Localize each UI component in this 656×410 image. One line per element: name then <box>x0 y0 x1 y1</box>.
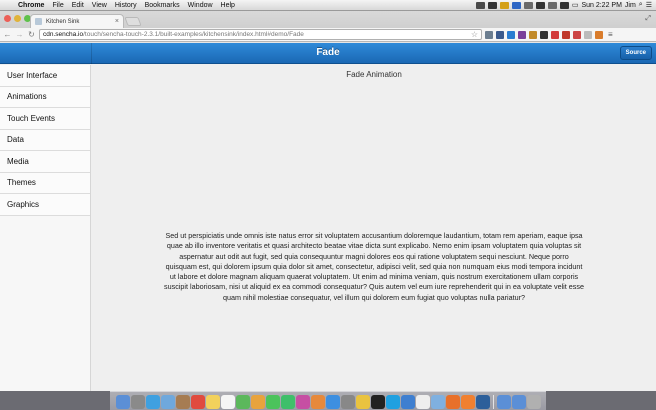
maps-icon[interactable] <box>235 395 250 409</box>
reload-icon[interactable]: ↻ <box>27 30 36 39</box>
app-title-bar: Fade Source <box>0 43 656 64</box>
extension-8-icon[interactable] <box>562 30 570 39</box>
sublime-icon[interactable] <box>460 395 475 409</box>
photos-icon[interactable] <box>250 395 265 409</box>
volume-tray-icon[interactable] <box>547 1 557 9</box>
content-body-text: Sed ut perspiciatis unde omnis iste natu… <box>164 231 584 302</box>
tab-strip: Kitchen Sink × ⤢ <box>0 11 656 28</box>
content-panel: Fade Animation Sed ut perspiciatis unde … <box>92 65 656 391</box>
evernote-tray-icon[interactable] <box>487 1 497 9</box>
close-window-icon[interactable] <box>4 15 11 22</box>
menu-clock[interactable]: Sun 2:22 PM <box>581 2 621 9</box>
extension-6-icon[interactable] <box>540 30 548 39</box>
ibooks-icon[interactable] <box>310 395 325 409</box>
minimize-window-icon[interactable] <box>14 15 21 22</box>
back-icon[interactable]: ← <box>3 30 12 39</box>
flag-tray-icon[interactable] <box>559 1 569 9</box>
chrome-icon[interactable] <box>355 395 370 409</box>
extension-11-icon[interactable] <box>595 30 603 39</box>
chrome-menu-icon[interactable]: ≡ <box>608 30 613 39</box>
bookmark-star-icon[interactable]: ☆ <box>471 30 478 39</box>
notification-center-icon[interactable]: ☰ <box>646 1 652 9</box>
textedit-icon[interactable] <box>415 395 430 409</box>
battery-icon[interactable]: ▭ <box>572 1 579 9</box>
wifi-tray-icon[interactable] <box>535 1 545 9</box>
downloads-icon[interactable] <box>496 395 511 409</box>
menu-view[interactable]: View <box>88 2 111 9</box>
browser-window: Kitchen Sink × ⤢ ← → ↻ cdn.sencha.io/tou… <box>0 11 656 391</box>
norton-tray-icon[interactable] <box>499 1 509 9</box>
extension-3-icon[interactable] <box>507 30 515 39</box>
menu-user[interactable]: Jim <box>625 2 636 9</box>
extension-5-icon[interactable] <box>529 30 537 39</box>
system-preferences-icon[interactable] <box>340 395 355 409</box>
extension-1-icon[interactable] <box>485 30 493 39</box>
sencha-favicon-icon <box>35 18 42 25</box>
documents-icon[interactable] <box>511 395 526 409</box>
extension-10-icon[interactable] <box>584 30 592 39</box>
contacts-icon[interactable] <box>175 395 190 409</box>
content-title: Fade Animation <box>346 70 402 79</box>
url-path: /touch/sencha-touch-2.3.1/built-examples… <box>83 31 304 38</box>
app-store-icon[interactable] <box>325 395 340 409</box>
xcode-icon[interactable] <box>400 395 415 409</box>
terminal-icon[interactable] <box>370 395 385 409</box>
calendar-icon[interactable] <box>190 395 205 409</box>
browser-toolbar: ← → ↻ cdn.sencha.io/touch/sencha-touch-2… <box>0 28 656 42</box>
bluetooth-tray-icon[interactable] <box>511 1 521 9</box>
page-title: Fade <box>316 47 340 58</box>
macos-menu-bar: Chrome File Edit View History Bookmarks … <box>0 0 656 11</box>
menu-bookmarks[interactable]: Bookmarks <box>141 2 184 9</box>
dock-separator <box>492 395 494 409</box>
photoshop-icon[interactable] <box>475 395 490 409</box>
forward-icon[interactable]: → <box>15 30 24 39</box>
sidebar-item-animations[interactable]: Animations <box>0 86 90 108</box>
messages-icon[interactable] <box>265 395 280 409</box>
menu-edit[interactable]: Edit <box>68 2 88 9</box>
safari-icon[interactable] <box>145 395 160 409</box>
spotlight-icon[interactable]: ⌕ <box>639 1 643 9</box>
menu-help[interactable]: Help <box>217 2 239 9</box>
facetime-icon[interactable] <box>280 395 295 409</box>
tab-title: Kitchen Sink <box>46 18 80 25</box>
sidebar-item-touch-events[interactable]: Touch Events <box>0 108 90 130</box>
notes-icon[interactable] <box>205 395 220 409</box>
fullscreen-icon[interactable]: ⤢ <box>645 15 651 23</box>
sidebar-item-user-interface[interactable]: User Interface <box>0 65 90 87</box>
finder-icon[interactable] <box>115 395 130 409</box>
extension-2-icon[interactable] <box>496 30 504 39</box>
macos-dock <box>110 391 546 410</box>
menu-file[interactable]: File <box>48 2 67 9</box>
menu-window[interactable]: Window <box>184 2 217 9</box>
menu-history[interactable]: History <box>111 2 141 9</box>
menu-app-name[interactable]: Chrome <box>14 2 48 9</box>
launchpad-icon[interactable] <box>130 395 145 409</box>
status-tray: ▭ Sun 2:22 PM Jim ⌕ ☰ <box>475 1 656 9</box>
itunes-icon[interactable] <box>295 395 310 409</box>
trash-icon[interactable] <box>526 395 541 409</box>
window-controls <box>4 15 31 22</box>
sidebar-item-themes[interactable]: Themes <box>0 172 90 194</box>
url-host: cdn.sencha.io <box>43 31 84 38</box>
skype-icon[interactable] <box>385 395 400 409</box>
firefox-icon[interactable] <box>445 395 460 409</box>
extension-7-icon[interactable] <box>551 30 559 39</box>
browser-tab[interactable]: Kitchen Sink × <box>30 14 124 28</box>
extension-4-icon[interactable] <box>518 30 526 39</box>
extension-9-icon[interactable] <box>573 30 581 39</box>
tab-close-icon[interactable]: × <box>115 18 119 25</box>
time-machine-tray-icon[interactable] <box>523 1 533 9</box>
page-viewport: Fade Source User Interface Animations To… <box>0 43 656 391</box>
new-tab-button[interactable] <box>124 17 142 26</box>
sidebar-item-media[interactable]: Media <box>0 151 90 173</box>
sidebar-item-graphics[interactable]: Graphics <box>0 194 90 216</box>
source-button[interactable]: Source <box>619 46 652 60</box>
sidebar-item-data[interactable]: Data <box>0 129 90 151</box>
mail-icon[interactable] <box>160 395 175 409</box>
dropbox-tray-icon[interactable] <box>475 1 485 9</box>
reminders-icon[interactable] <box>220 395 235 409</box>
address-bar[interactable]: cdn.sencha.io/touch/sencha-touch-2.3.1/b… <box>39 29 482 40</box>
sidebar-nav: User Interface Animations Touch Events D… <box>0 65 91 391</box>
preview-icon[interactable] <box>430 395 445 409</box>
